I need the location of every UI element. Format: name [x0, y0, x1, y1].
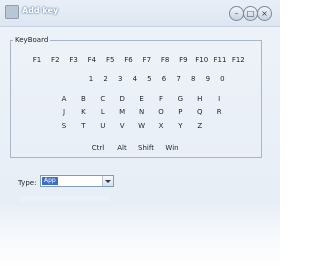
key-m[interactable]: M [119, 108, 125, 116]
key-v[interactable]: V [120, 122, 125, 130]
add-key-window: Add key – □ × KeyBoard F1 F2 F3 F4 F5 F6 F7 F8 F… [0, 0, 280, 270]
key-f2[interactable]: F2 [51, 56, 59, 64]
key-0[interactable]: 0 [220, 75, 224, 83]
key-f3[interactable]: F3 [69, 56, 77, 64]
key-z[interactable]: Z [197, 122, 202, 130]
app-icon [5, 5, 19, 19]
window-title: Add key [22, 6, 59, 15]
key-ctrl[interactable]: Ctrl [92, 144, 104, 152]
key-p[interactable]: P [178, 108, 182, 116]
key-d[interactable]: D [119, 95, 124, 103]
key-f8[interactable]: F8 [161, 56, 169, 64]
key-f9[interactable]: F9 [179, 56, 187, 64]
key-i[interactable]: I [218, 95, 220, 103]
key-f7[interactable]: F7 [143, 56, 151, 64]
key-h[interactable]: H [197, 95, 202, 103]
key-o[interactable]: O [158, 108, 164, 116]
dropdown-button[interactable] [102, 176, 113, 186]
key-7[interactable]: 7 [176, 75, 180, 83]
key-f11[interactable]: F11 [214, 56, 227, 64]
key-6[interactable]: 6 [162, 75, 166, 83]
key-9[interactable]: 9 [206, 75, 210, 83]
key-w[interactable]: W [138, 122, 145, 130]
key-n[interactable]: N [139, 108, 144, 116]
key-y[interactable]: Y [178, 122, 182, 130]
key-f12[interactable]: F12 [232, 56, 245, 64]
key-f1[interactable]: F1 [33, 56, 41, 64]
faded-placeholder [20, 196, 110, 202]
key-win[interactable]: Win [165, 144, 178, 152]
key-3[interactable]: 3 [118, 75, 122, 83]
type-select[interactable]: App [40, 175, 114, 187]
key-a[interactable]: A [62, 95, 67, 103]
key-e[interactable]: E [139, 95, 143, 103]
key-f4[interactable]: F4 [88, 56, 96, 64]
type-label: Type: [18, 179, 37, 187]
key-1[interactable]: 1 [89, 75, 93, 83]
key-f10[interactable]: F10 [195, 56, 208, 64]
key-k[interactable]: K [81, 108, 86, 116]
maximize-button[interactable]: □ [243, 6, 258, 21]
key-j[interactable]: J [63, 108, 65, 116]
type-select-value: App [42, 177, 58, 185]
key-f[interactable]: F [159, 95, 163, 103]
key-s[interactable]: S [62, 122, 66, 130]
key-c[interactable]: C [100, 95, 105, 103]
key-4[interactable]: 4 [133, 75, 137, 83]
minimize-button[interactable]: – [229, 6, 244, 21]
close-button[interactable]: × [257, 6, 272, 21]
keyboard-group: KeyBoard [10, 36, 262, 158]
key-5[interactable]: 5 [147, 75, 151, 83]
key-u[interactable]: U [100, 122, 105, 130]
key-8[interactable]: 8 [191, 75, 195, 83]
key-2[interactable]: 2 [103, 75, 107, 83]
maximize-icon: □ [246, 8, 255, 18]
key-alt[interactable]: Alt [117, 144, 126, 152]
key-b[interactable]: B [81, 95, 86, 103]
key-t[interactable]: T [81, 122, 85, 130]
title-bar[interactable]: Add key – □ × [0, 0, 280, 27]
minimize-icon: – [234, 8, 239, 18]
key-q[interactable]: Q [197, 108, 203, 116]
key-shift[interactable]: Shift [138, 144, 154, 152]
chevron-down-icon [105, 179, 111, 183]
keyboard-legend: KeyBoard [15, 36, 49, 44]
key-g[interactable]: G [178, 95, 183, 103]
key-x[interactable]: X [159, 122, 164, 130]
close-icon: × [261, 8, 268, 18]
key-r[interactable]: R [217, 108, 222, 116]
key-l[interactable]: L [101, 108, 105, 116]
key-f5[interactable]: F5 [106, 56, 114, 64]
key-f6[interactable]: F6 [124, 56, 132, 64]
